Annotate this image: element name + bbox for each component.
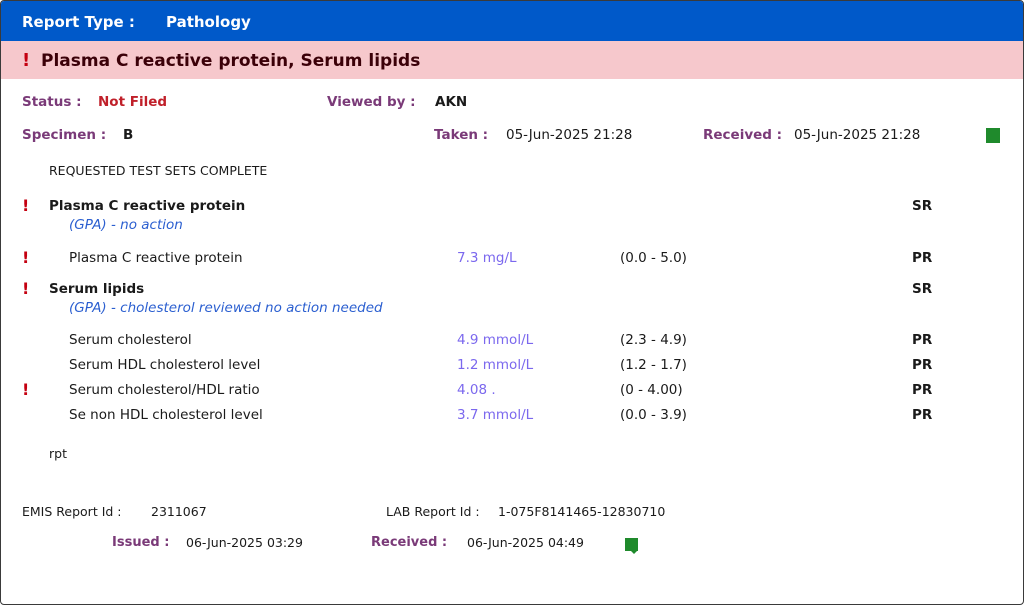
report-window: Report Type : Pathology ! Plasma C react… bbox=[0, 0, 1024, 605]
emis-report-id-label: EMIS Report Id : bbox=[22, 504, 122, 519]
test-group-comment: (GPA) - no action bbox=[69, 217, 183, 233]
test-group-code: SR bbox=[912, 198, 933, 214]
test-name: Serum cholesterol bbox=[69, 332, 192, 348]
test-code: PR bbox=[912, 357, 933, 373]
received-value: 05-Jun-2025 21:28 bbox=[794, 127, 921, 143]
lab-report-id-value: 1-075F8141465-12830710 bbox=[498, 504, 666, 519]
test-code: PR bbox=[912, 407, 933, 423]
test-range: (1.2 - 1.7) bbox=[620, 357, 687, 373]
test-result: 3.7 mmol/L bbox=[457, 407, 534, 423]
abnormal-flag-icon: ! bbox=[22, 196, 30, 215]
issued-value: 06-Jun-2025 03:29 bbox=[186, 535, 303, 550]
test-range: (2.3 - 4.9) bbox=[620, 332, 687, 348]
exclamation-icon: ! bbox=[22, 50, 31, 71]
specimen-label: Specimen : bbox=[22, 127, 107, 143]
test-range: (0.0 - 3.9) bbox=[620, 407, 687, 423]
received-label: Received : bbox=[703, 127, 783, 143]
test-result: 4.9 mmol/L bbox=[457, 332, 534, 348]
test-group-code: SR bbox=[912, 281, 933, 297]
requested-note: REQUESTED TEST SETS COMPLETE bbox=[49, 163, 268, 178]
footer-received-label: Received : bbox=[371, 535, 448, 550]
test-group-name: Plasma C reactive protein bbox=[49, 198, 246, 214]
test-code: PR bbox=[912, 250, 933, 266]
footer-note: rpt bbox=[49, 446, 67, 461]
test-range: (0.0 - 5.0) bbox=[620, 250, 687, 266]
report-type-value: Pathology bbox=[166, 13, 251, 31]
abnormal-alert-banner: ! Plasma C reactive protein, Serum lipid… bbox=[1, 41, 1023, 79]
emis-report-id-value: 2311067 bbox=[151, 504, 207, 519]
viewed-by-value: AKN bbox=[435, 94, 468, 110]
report-header-bar: Report Type : Pathology bbox=[1, 1, 1023, 41]
status-value: Not Filed bbox=[98, 94, 168, 110]
test-name: Plasma C reactive protein bbox=[69, 250, 243, 266]
test-result: 4.08 . bbox=[457, 382, 496, 398]
abnormal-flag-icon: ! bbox=[22, 248, 30, 267]
report-title: Plasma C reactive protein, Serum lipids bbox=[41, 51, 421, 71]
taken-label: Taken : bbox=[434, 127, 489, 143]
issued-label: Issued : bbox=[112, 535, 170, 550]
test-range: (0 - 4.00) bbox=[620, 382, 683, 398]
footer-received-value: 06-Jun-2025 04:49 bbox=[467, 535, 584, 550]
comment-marker-icon[interactable] bbox=[625, 538, 638, 554]
test-result: 7.3 mg/L bbox=[457, 250, 517, 266]
status-label: Status : bbox=[22, 94, 82, 110]
test-code: PR bbox=[912, 382, 933, 398]
test-result: 1.2 mmol/L bbox=[457, 357, 534, 373]
abnormal-flag-icon: ! bbox=[22, 380, 30, 399]
test-group-comment: (GPA) - cholesterol reviewed no action n… bbox=[69, 300, 383, 316]
lab-report-id-label: LAB Report Id : bbox=[386, 504, 480, 519]
viewed-by-label: Viewed by : bbox=[327, 94, 416, 110]
status-marker-icon[interactable] bbox=[986, 128, 1000, 143]
test-name: Serum HDL cholesterol level bbox=[69, 357, 261, 373]
test-group-name: Serum lipids bbox=[49, 281, 145, 297]
abnormal-flag-icon: ! bbox=[22, 279, 30, 298]
test-name: Serum cholesterol/HDL ratio bbox=[69, 382, 260, 398]
test-code: PR bbox=[912, 332, 933, 348]
test-name: Se non HDL cholesterol level bbox=[69, 407, 263, 423]
taken-value: 05-Jun-2025 21:28 bbox=[506, 127, 633, 143]
report-type-label: Report Type : bbox=[22, 13, 135, 31]
specimen-value: B bbox=[123, 127, 134, 143]
